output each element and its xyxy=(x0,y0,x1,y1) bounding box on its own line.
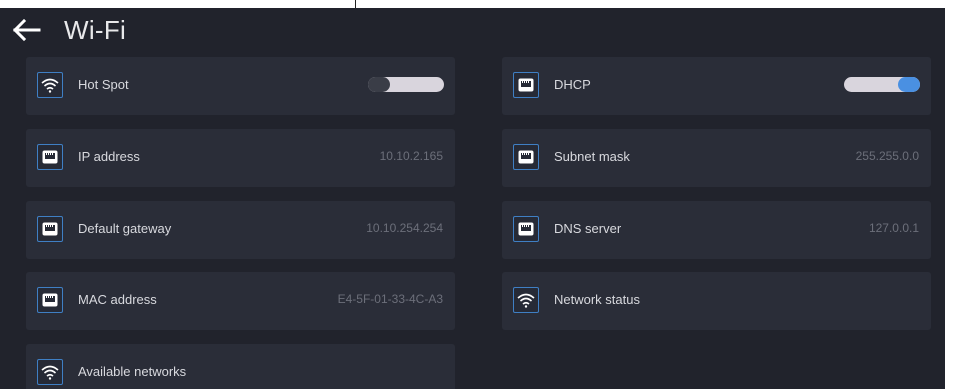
toggle-knob xyxy=(368,77,390,92)
ip-address-label: IP address xyxy=(78,149,140,164)
default-gateway-tile[interactable]: Default gateway 10.10.254.254 xyxy=(26,201,455,259)
ethernet-port-icon xyxy=(513,216,539,242)
mac-address-tile[interactable]: MAC address E4-5F-01-33-4C-A3 xyxy=(26,272,455,330)
page-title: Wi-Fi xyxy=(64,15,127,45)
hot-spot-label: Hot Spot xyxy=(78,77,129,92)
ethernet-port-icon xyxy=(513,144,539,170)
wifi-icon xyxy=(37,72,63,98)
dhcp-toggle[interactable] xyxy=(844,77,920,92)
ethernet-port-icon xyxy=(37,287,63,313)
mac-address-value: E4-5F-01-33-4C-A3 xyxy=(337,292,443,306)
back-arrow-icon[interactable] xyxy=(12,17,42,43)
default-gateway-label: Default gateway xyxy=(78,221,172,236)
ethernet-port-icon xyxy=(37,216,63,242)
top-divider xyxy=(355,0,356,8)
ethernet-port-icon xyxy=(513,72,539,98)
available-networks-tile[interactable]: Available networks xyxy=(26,344,455,389)
wifi-icon xyxy=(37,359,63,385)
wifi-icon xyxy=(513,287,539,313)
header: Wi-Fi xyxy=(0,8,945,48)
subnet-mask-label: Subnet mask xyxy=(554,149,630,164)
hot-spot-tile[interactable]: Hot Spot xyxy=(26,57,455,115)
top-bar xyxy=(0,0,960,8)
dhcp-tile[interactable]: DHCP xyxy=(502,57,931,115)
dns-server-label: DNS server xyxy=(554,221,622,236)
ip-address-tile[interactable]: IP address 10.10.2.165 xyxy=(26,129,455,187)
ip-address-value: 10.10.2.165 xyxy=(379,149,443,163)
network-status-tile[interactable]: Network status xyxy=(502,272,931,330)
subnet-mask-value: 255.255.0.0 xyxy=(855,149,919,163)
dhcp-label: DHCP xyxy=(554,77,591,92)
toggle-knob xyxy=(898,77,920,92)
dns-server-tile[interactable]: DNS server 127.0.0.1 xyxy=(502,201,931,259)
network-status-label: Network status xyxy=(554,292,640,307)
available-networks-label: Available networks xyxy=(78,364,187,379)
dns-server-value: 127.0.0.1 xyxy=(868,221,919,235)
mac-address-label: MAC address xyxy=(78,292,157,307)
hot-spot-toggle[interactable] xyxy=(368,77,444,92)
subnet-mask-tile[interactable]: Subnet mask 255.255.0.0 xyxy=(502,129,931,187)
right-margin xyxy=(945,0,960,389)
default-gateway-value: 10.10.254.254 xyxy=(366,221,443,235)
ethernet-port-icon xyxy=(37,144,63,170)
